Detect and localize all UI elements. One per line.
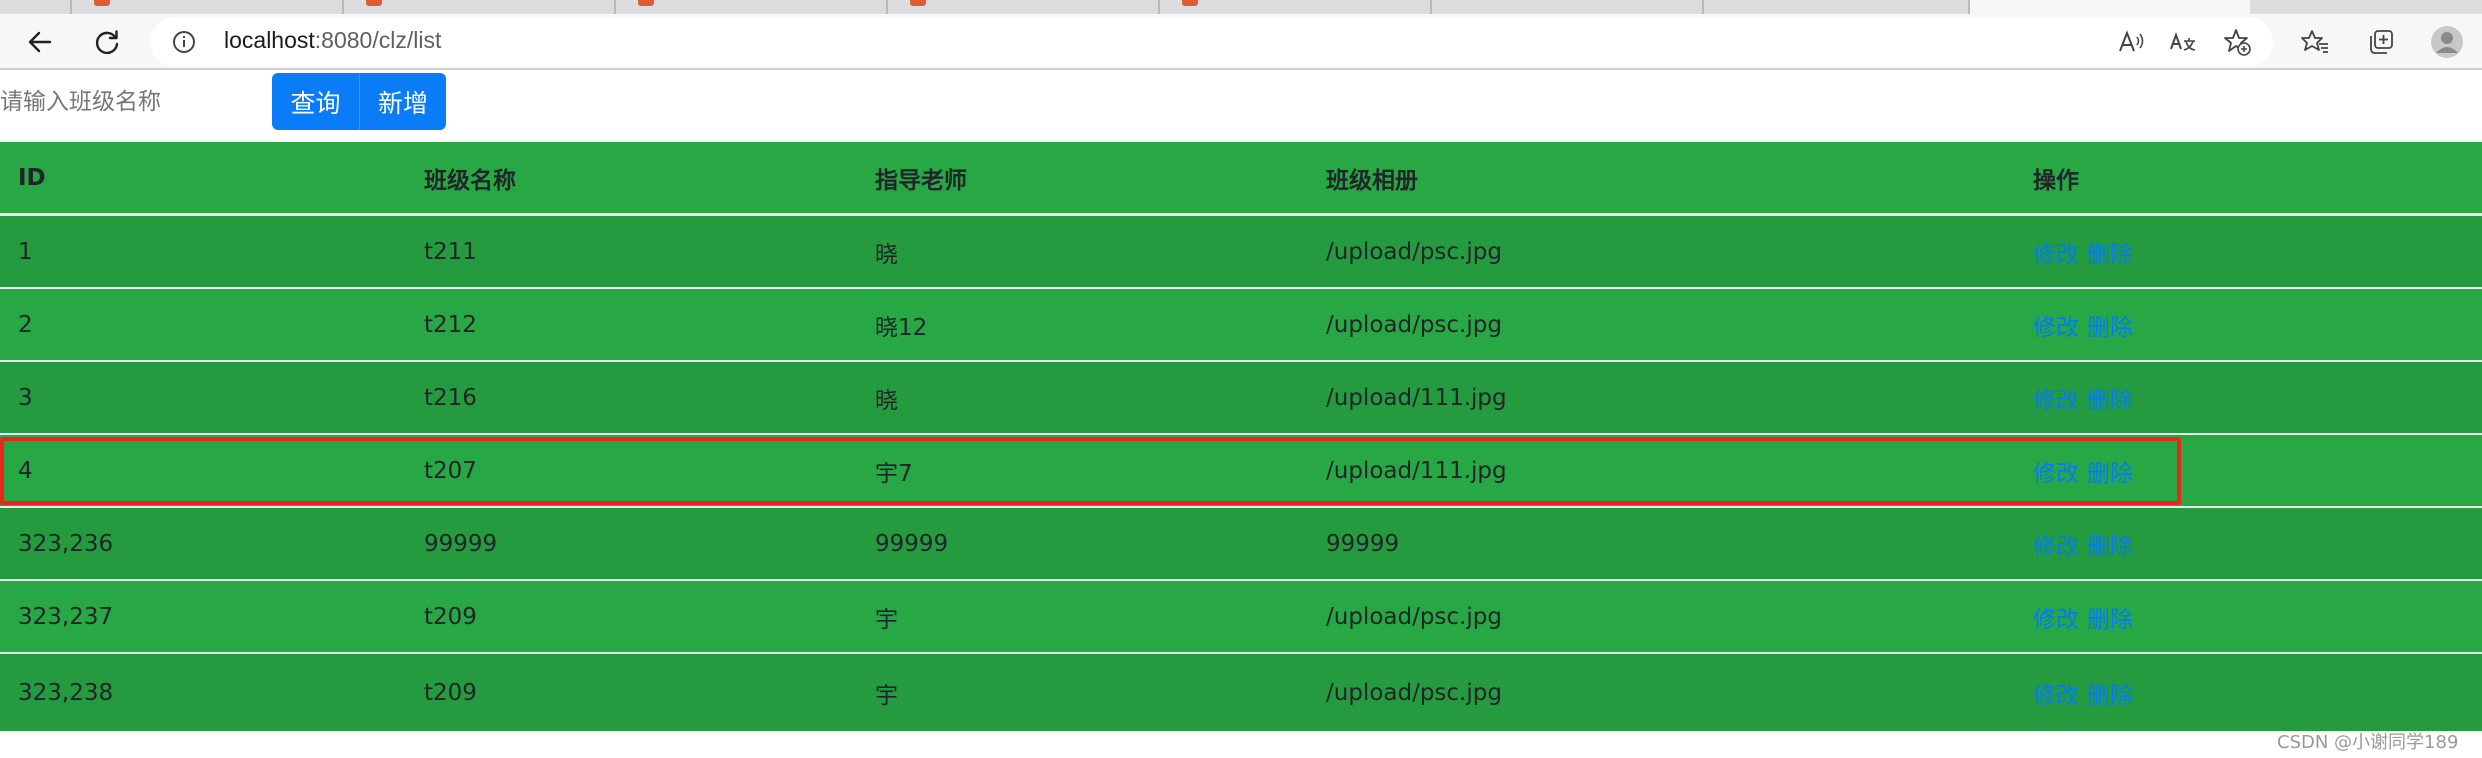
table-row: 323,238 t209 宇 /upload/psc.jpg 修改 删除 [0, 654, 2482, 731]
header-class-name: 班级名称 [424, 167, 516, 194]
cell-teacher: 晓12 [875, 314, 928, 341]
cell-class-name: t212 [424, 311, 477, 338]
cell-class-name: t216 [424, 384, 477, 411]
delete-link[interactable]: 删除 [2087, 527, 2133, 561]
cell-album: /upload/psc.jpg [1326, 603, 1502, 630]
translate-icon [2170, 32, 2196, 51]
tab-favicon-icon [1182, 0, 1198, 6]
favorites-button[interactable] [2295, 22, 2335, 62]
browser-tab[interactable] [344, 0, 616, 14]
table-row: 3 t216 晓 /upload/111.jpg 修改 删除 [0, 362, 2482, 435]
browser-tab[interactable] [1160, 0, 1432, 14]
cell-actions: 修改 删除 [2033, 581, 2133, 652]
browser-tab[interactable] [72, 0, 344, 14]
delete-link[interactable]: 删除 [2087, 381, 2133, 415]
edit-link[interactable]: 修改 [2033, 676, 2079, 710]
cell-actions: 修改 删除 [2033, 362, 2133, 433]
cell-album: 99999 [1326, 530, 1400, 557]
header-teacher: 指导老师 [875, 167, 967, 194]
browser-tab-active[interactable] [1970, 0, 2250, 14]
tab-favicon-icon [366, 0, 382, 6]
edit-link[interactable]: 修改 [2033, 235, 2079, 269]
edit-link[interactable]: 修改 [2033, 527, 2079, 561]
table-row: 323,236 99999 99999 99999 修改 删除 [0, 508, 2482, 581]
cell-actions: 修改 删除 [2033, 508, 2133, 579]
back-icon [28, 31, 52, 53]
read-aloud-button[interactable] [2111, 22, 2151, 62]
address-url[interactable]: localhost:8080/clz/list [224, 27, 441, 54]
class-name-search-input[interactable] [0, 74, 272, 130]
edit-link[interactable]: 修改 [2033, 600, 2079, 634]
add-favorite-button[interactable] [2217, 22, 2257, 62]
cell-teacher: 晓 [875, 387, 898, 414]
cell-class-name: 99999 [424, 530, 498, 557]
query-button[interactable]: 查询 [272, 73, 359, 130]
delete-link[interactable]: 删除 [2087, 235, 2133, 269]
header-actions: 操作 [2033, 167, 2079, 194]
collections-icon [2370, 30, 2393, 54]
cell-teacher: 99999 [875, 530, 949, 557]
edit-link[interactable]: 修改 [2033, 308, 2079, 342]
add-button[interactable]: 新增 [359, 73, 446, 130]
cell-id: 323,236 [18, 530, 114, 557]
cell-album: /upload/psc.jpg [1326, 238, 1502, 265]
cell-id: 3 [18, 384, 33, 411]
cell-actions: 修改 删除 [2033, 216, 2133, 287]
add-favorite-icon [2224, 29, 2251, 56]
browser-tab[interactable] [1432, 0, 1704, 14]
watermark: CSDN @小谢同学189 [2277, 732, 2459, 753]
cell-actions: 修改 删除 [2033, 289, 2133, 360]
browser-tab[interactable] [888, 0, 1160, 14]
delete-link[interactable]: 删除 [2087, 600, 2133, 634]
tab-strip [0, 0, 2482, 14]
delete-link[interactable]: 删除 [2087, 676, 2133, 710]
table-header-row: ID 班级名称 指导老师 班级相册 操作 [0, 142, 2482, 216]
cell-id: 323,237 [18, 603, 114, 630]
cell-album: /upload/psc.jpg [1326, 679, 1502, 706]
browser-tab[interactable] [616, 0, 888, 14]
translate-button[interactable] [2163, 22, 2203, 62]
browser-toolbar: localhost:8080/clz/list [0, 14, 2482, 70]
cell-actions: 修改 删除 [2033, 654, 2133, 731]
cell-class-name: t211 [424, 238, 477, 265]
header-album: 班级相册 [1326, 167, 1418, 194]
table-row: 323,237 t209 宇 /upload/psc.jpg 修改 删除 [0, 581, 2482, 654]
refresh-button[interactable] [87, 22, 127, 62]
back-button[interactable] [20, 22, 60, 62]
refresh-icon [95, 30, 119, 55]
header-id: ID [18, 164, 46, 191]
collections-button[interactable] [2361, 22, 2401, 62]
read-aloud-icon [2119, 30, 2144, 52]
highlight-box [0, 437, 2181, 505]
url-path: :8080/clz/list [314, 27, 442, 53]
profile-button[interactable] [2427, 22, 2467, 62]
info-icon[interactable] [172, 30, 196, 54]
cell-album: /upload/111.jpg [1326, 384, 1507, 411]
edit-link[interactable]: 修改 [2033, 381, 2079, 415]
cell-teacher: 宇 [875, 682, 898, 709]
cell-id: 1 [18, 238, 33, 265]
browser-tab[interactable] [1704, 0, 1970, 14]
cell-album: /upload/psc.jpg [1326, 311, 1502, 338]
cell-teacher: 宇 [875, 606, 898, 633]
browser-tab[interactable] [0, 0, 72, 14]
cell-id: 2 [18, 311, 33, 338]
tab-favicon-icon [638, 0, 654, 6]
cell-teacher: 晓 [875, 241, 898, 268]
url-host: localhost [224, 27, 315, 53]
tab-favicon-icon [910, 0, 926, 6]
cell-class-name: t209 [424, 603, 477, 630]
cell-class-name: t209 [424, 679, 477, 706]
table-row: 2 t212 晓12 /upload/psc.jpg 修改 删除 [0, 289, 2482, 362]
table-row: 1 t211 晓 /upload/psc.jpg 修改 删除 [0, 216, 2482, 289]
favorites-icon [2301, 30, 2328, 53]
delete-link[interactable]: 删除 [2087, 308, 2133, 342]
cell-id: 323,238 [18, 679, 114, 706]
address-bar[interactable]: localhost:8080/clz/list [150, 17, 2273, 67]
tab-favicon-icon [94, 0, 110, 6]
profile-icon [2431, 26, 2463, 58]
